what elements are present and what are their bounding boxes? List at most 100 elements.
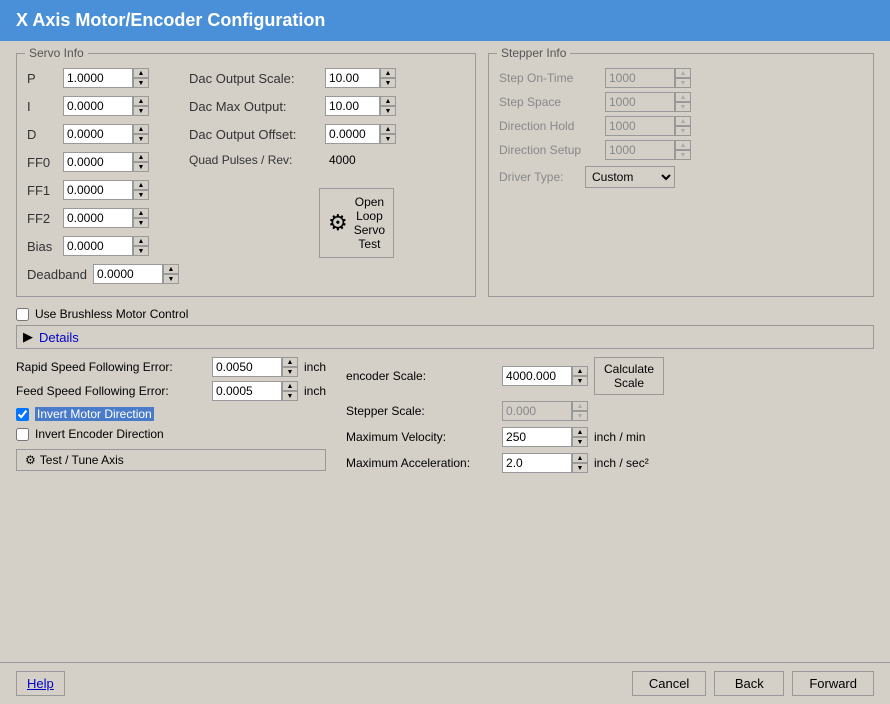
details-row[interactable]: ▶ Details — [16, 325, 874, 349]
stepper-scale-row: Stepper Scale: ▲ ▼ — [346, 401, 664, 421]
servo-d-up[interactable]: ▲ — [133, 124, 149, 134]
rapid-speed-unit: inch — [304, 360, 326, 374]
invert-motor-checkbox[interactable] — [16, 408, 29, 421]
servo-i-input[interactable] — [63, 96, 133, 116]
driver-type-label: Driver Type: — [499, 170, 579, 184]
direction-setup-label: Direction Setup — [499, 143, 599, 157]
servo-d-spin[interactable]: ▲ ▼ — [63, 124, 149, 144]
servo-p-spin[interactable]: ▲ ▼ — [63, 68, 149, 88]
dac-offset-input[interactable] — [325, 124, 380, 144]
servo-i-spin[interactable]: ▲ ▼ — [63, 96, 149, 116]
bottom-section: Rapid Speed Following Error: ▲ ▼ inch Fe… — [16, 357, 874, 473]
servo-bias-down[interactable]: ▼ — [133, 246, 149, 256]
encoder-scale-row: encoder Scale: ▲ ▼ CalculateScale — [346, 357, 664, 395]
servo-ff1-input[interactable] — [63, 180, 133, 200]
max-accel-down[interactable]: ▼ — [572, 463, 588, 473]
driver-type-row: Driver Type: Custom Standard Step/Dir — [499, 166, 863, 188]
dac-max-input[interactable] — [325, 96, 380, 116]
servo-p-input[interactable] — [63, 68, 133, 88]
servo-ff1-spin[interactable]: ▲ ▼ — [63, 180, 149, 200]
open-loop-servo-test-button[interactable]: ⚙ Open Loop Servo Test — [319, 188, 394, 258]
servo-content: P ▲ ▼ I — [27, 68, 465, 288]
dac-offset-up[interactable]: ▲ — [380, 124, 396, 134]
rapid-speed-down[interactable]: ▼ — [282, 367, 298, 377]
dac-offset-down[interactable]: ▼ — [380, 134, 396, 144]
servo-deadband-spin[interactable]: ▲ ▼ — [93, 264, 179, 284]
back-button[interactable]: Back — [714, 671, 784, 696]
servo-ff1-up[interactable]: ▲ — [133, 180, 149, 190]
feed-speed-down[interactable]: ▼ — [282, 391, 298, 401]
test-tune-icon: ⚙ — [25, 453, 36, 467]
cancel-button[interactable]: Cancel — [632, 671, 706, 696]
rapid-speed-label: Rapid Speed Following Error: — [16, 360, 206, 374]
driver-type-select[interactable]: Custom Standard Step/Dir — [585, 166, 675, 188]
openloop-line4: Test — [358, 237, 380, 251]
servo-bias-up[interactable]: ▲ — [133, 236, 149, 246]
servo-i-down[interactable]: ▼ — [133, 106, 149, 116]
dac-scale-spin[interactable]: ▲ ▼ — [325, 68, 396, 88]
servo-i-label: I — [27, 99, 57, 114]
max-velocity-spinbtns: ▲ ▼ — [572, 427, 588, 447]
details-link[interactable]: Details — [39, 330, 79, 345]
dac-max-down[interactable]: ▼ — [380, 106, 396, 116]
direction-setup-spin: ▲ ▼ — [605, 140, 691, 160]
openloop-area: ⚙ Open Loop Servo Test — [189, 180, 396, 258]
feed-speed-input[interactable] — [212, 381, 282, 401]
encoder-scale-input[interactable] — [502, 366, 572, 386]
servo-p-down[interactable]: ▼ — [133, 78, 149, 88]
step-on-time-down: ▼ — [675, 78, 691, 88]
servo-ff2-down[interactable]: ▼ — [133, 218, 149, 228]
max-accel-input[interactable] — [502, 453, 572, 473]
calculate-scale-button[interactable]: CalculateScale — [594, 357, 664, 395]
max-accel-spin[interactable]: ▲ ▼ — [502, 453, 588, 473]
servo-ff1-down[interactable]: ▼ — [133, 190, 149, 200]
max-velocity-input[interactable] — [502, 427, 572, 447]
servo-p-up[interactable]: ▲ — [133, 68, 149, 78]
servo-ff0-spin[interactable]: ▲ ▼ — [63, 152, 149, 172]
servo-deadband-up[interactable]: ▲ — [163, 264, 179, 274]
dac-max-spin[interactable]: ▲ ▼ — [325, 96, 396, 116]
step-on-time-label: Step On-Time — [499, 71, 599, 85]
dac-max-up[interactable]: ▲ — [380, 96, 396, 106]
servo-ff0-input[interactable] — [63, 152, 133, 172]
invert-encoder-checkbox[interactable] — [16, 428, 29, 441]
servo-ff2-input[interactable] — [63, 208, 133, 228]
servo-right-fields: Dac Output Scale: ▲ ▼ Dac Max Output: — [189, 68, 396, 288]
servo-d-down[interactable]: ▼ — [133, 134, 149, 144]
servo-bias-input[interactable] — [63, 236, 133, 256]
encoder-scale-spin[interactable]: ▲ ▼ — [502, 366, 588, 386]
feed-speed-spin[interactable]: ▲ ▼ — [212, 381, 298, 401]
servo-bias-spin[interactable]: ▲ ▼ — [63, 236, 149, 256]
max-velocity-up[interactable]: ▲ — [572, 427, 588, 437]
servo-ff2-up[interactable]: ▲ — [133, 208, 149, 218]
dac-scale-up[interactable]: ▲ — [380, 68, 396, 78]
servo-i-up[interactable]: ▲ — [133, 96, 149, 106]
servo-ff2-spin[interactable]: ▲ ▼ — [63, 208, 149, 228]
help-button[interactable]: Help — [16, 671, 65, 696]
max-velocity-spin[interactable]: ▲ ▼ — [502, 427, 588, 447]
rapid-speed-up[interactable]: ▲ — [282, 357, 298, 367]
test-tune-axis-button[interactable]: ⚙ Test / Tune Axis — [16, 449, 326, 471]
rapid-speed-spin[interactable]: ▲ ▼ — [212, 357, 298, 377]
servo-ff0-up[interactable]: ▲ — [133, 152, 149, 162]
rapid-speed-input[interactable] — [212, 357, 282, 377]
feed-speed-up[interactable]: ▲ — [282, 381, 298, 391]
forward-button[interactable]: Forward — [792, 671, 874, 696]
servo-deadband-down[interactable]: ▼ — [163, 274, 179, 284]
dac-offset-spin[interactable]: ▲ ▼ — [325, 124, 396, 144]
max-accel-up[interactable]: ▲ — [572, 453, 588, 463]
encoder-scale-down[interactable]: ▼ — [572, 376, 588, 386]
encoder-scale-up[interactable]: ▲ — [572, 366, 588, 376]
servo-ff0-down[interactable]: ▼ — [133, 162, 149, 172]
max-velocity-down[interactable]: ▼ — [572, 437, 588, 447]
servo-d-input[interactable] — [63, 124, 133, 144]
servo-bias-row: Bias ▲ ▼ — [27, 236, 179, 256]
openloop-line2: Loop — [356, 209, 383, 223]
servo-deadband-input[interactable] — [93, 264, 163, 284]
dac-scale-down[interactable]: ▼ — [380, 78, 396, 88]
max-velocity-row: Maximum Velocity: ▲ ▼ inch / min — [346, 427, 664, 447]
brushless-checkbox[interactable] — [16, 308, 29, 321]
step-space-down: ▼ — [675, 102, 691, 112]
invert-encoder-row: Invert Encoder Direction — [16, 427, 326, 441]
dac-scale-input[interactable] — [325, 68, 380, 88]
